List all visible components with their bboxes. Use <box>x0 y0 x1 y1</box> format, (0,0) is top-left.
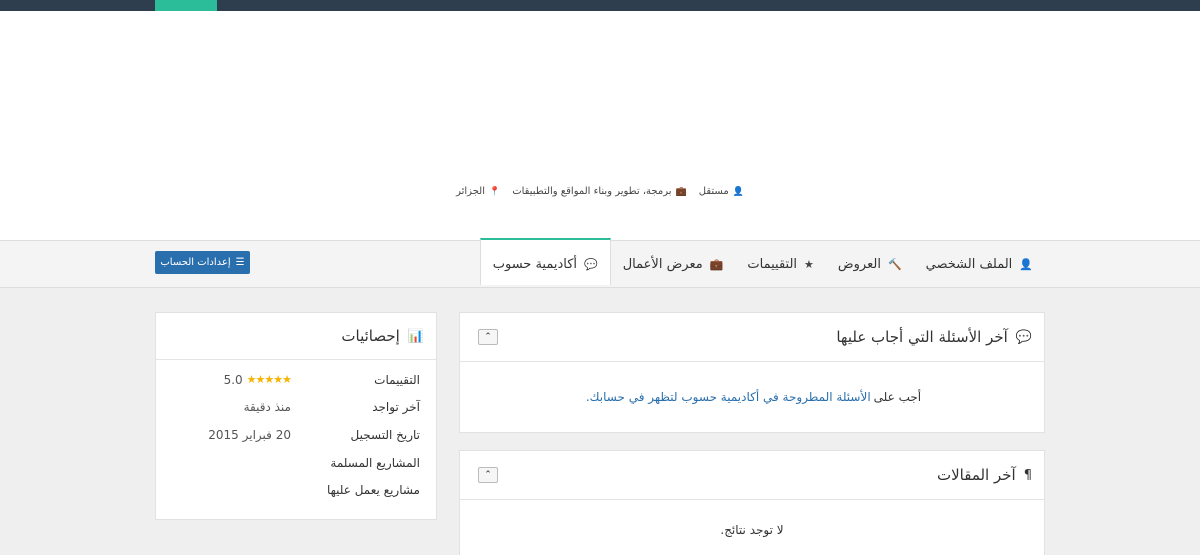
stats-label: آخر تواجد <box>372 400 420 415</box>
gavel-icon: 🔨 <box>887 258 902 271</box>
rating-value: 5.0 <box>223 372 243 387</box>
stats-label: تاريخ التسجيل <box>350 427 420 442</box>
map-marker-icon: 📍 <box>488 186 501 197</box>
stats-row-active-projects: مشاريع يعمل عليها <box>156 476 436 504</box>
stats-row-delivered-projects: المشاريع المسلمة <box>156 449 436 477</box>
latest-articles-panel: ¶ آخر المقالات ⌃ لا توجد نتائج. <box>459 450 1045 555</box>
panel-body: لا توجد نتائج. <box>460 500 1044 555</box>
navbar-active-indicator[interactable] <box>155 0 217 11</box>
stats-row-rating: التقييمات ★★★★★ 5.0 <box>156 366 436 394</box>
tab-label: أكاديمية حسوب <box>492 256 578 272</box>
tab-reviews[interactable]: ★ التقييمات <box>735 241 826 288</box>
chevron-up-icon: ⌃ <box>484 332 492 342</box>
tab-label: العروض <box>837 257 881 272</box>
profile-specialty-text: برمجة، تطوير وبناء المواقع والتطبيقات <box>512 186 672 197</box>
chevron-up-icon: ⌃ <box>484 470 492 480</box>
panel-title-text: آخر الأسئلة التي أجاب عليها <box>836 328 1008 346</box>
stats-value: 20 فبراير 2015 <box>208 427 291 442</box>
stats-row-last-seen: آخر تواجد منذ دقيقة <box>156 394 436 422</box>
academy-questions-link[interactable]: الأسئلة المطروحة في أكاديمية حسوب لتظهر … <box>586 390 871 404</box>
profile-role: 👤 مستقل <box>699 186 744 197</box>
panel-title: ¶ آخر المقالات <box>937 466 1032 484</box>
collapse-button[interactable]: ⌃ <box>478 467 498 483</box>
stats-label: المشاريع المسلمة <box>330 455 420 470</box>
star-icon: ★ <box>804 258 814 271</box>
comments-icon: 💬 <box>1015 329 1032 345</box>
profile-role-text: مستقل <box>698 186 729 197</box>
stats-list: التقييمات ★★★★★ 5.0 آخر تواجد منذ دقيقة … <box>156 360 436 504</box>
empty-results-text: لا توجد نتائج. <box>720 523 784 537</box>
account-settings-label: إعدادات الحساب <box>160 257 231 268</box>
panel-body: أجب على الأسئلة المطروحة في أكاديمية حسو… <box>460 362 1044 432</box>
profile-location: 📍 الجزائر <box>456 186 500 197</box>
panel-title: 📊 إحصائيات <box>341 327 424 345</box>
collapse-button[interactable]: ⌃ <box>478 329 498 345</box>
questions-prompt-text: أجب على <box>873 390 922 404</box>
tab-label: الملف الشخصي <box>925 257 1013 272</box>
answered-questions-panel: 💬 آخر الأسئلة التي أجاب عليها ⌃ أجب على … <box>459 312 1045 433</box>
panel-title: 💬 آخر الأسئلة التي أجاب عليها <box>836 328 1032 346</box>
stats-value: ★★★★★ 5.0 <box>156 372 292 387</box>
panel-title-text: آخر المقالات <box>936 466 1016 484</box>
profile-specialty: 💼 برمجة، تطوير وبناء المواقع والتطبيقات <box>512 186 687 197</box>
panel-header: 📊 إحصائيات <box>156 313 436 360</box>
stats-label: التقييمات <box>374 372 420 387</box>
comments-icon: 💬 <box>584 257 598 271</box>
sliders-icon: ☰ <box>235 257 245 268</box>
tab-hsoub-academy[interactable]: 💬 أكاديمية حسوب <box>479 238 611 285</box>
profile-location-text: الجزائر <box>456 186 485 197</box>
profile-meta: 👤 مستقل 💼 برمجة، تطوير وبناء المواقع وال… <box>0 186 1200 197</box>
briefcase-icon: 💼 <box>709 258 724 271</box>
panel-header: ¶ آخر المقالات ⌃ <box>460 451 1044 500</box>
profile-header: 👤 مستقل 💼 برمجة، تطوير وبناء المواقع وال… <box>0 11 1200 241</box>
stats-value: منذ دقيقة <box>243 400 291 415</box>
profile-tabs: 👤 الملف الشخصي 🔨 العروض ★ التقييمات 💼 مع… <box>479 238 1045 288</box>
tab-label: معرض الأعمال <box>622 257 703 272</box>
user-icon: 👤 <box>732 186 744 197</box>
stats-row-registration-date: تاريخ التسجيل 20 فبراير 2015 <box>156 421 436 449</box>
statistics-panel: 📊 إحصائيات التقييمات ★★★★★ 5.0 آخر تواجد… <box>155 312 437 520</box>
top-navbar <box>0 0 1200 11</box>
panel-title-text: إحصائيات <box>341 327 400 345</box>
panel-header: 💬 آخر الأسئلة التي أجاب عليها ⌃ <box>460 313 1044 362</box>
user-icon: 👤 <box>1019 258 1033 271</box>
briefcase-icon: 💼 <box>675 186 687 197</box>
stats-label: مشاريع يعمل عليها <box>326 483 420 498</box>
tab-portfolio[interactable]: 💼 معرض الأعمال <box>611 241 736 288</box>
rating-stars-icon: ★★★★★ <box>246 373 292 387</box>
tab-label: التقييمات <box>747 257 798 272</box>
tab-bids[interactable]: 🔨 العروض <box>826 241 914 288</box>
bar-chart-icon: 📊 <box>407 328 424 344</box>
paragraph-icon: ¶ <box>1023 467 1032 483</box>
tab-profile[interactable]: 👤 الملف الشخصي <box>914 241 1045 288</box>
account-settings-button[interactable]: ☰ إعدادات الحساب <box>155 251 250 274</box>
